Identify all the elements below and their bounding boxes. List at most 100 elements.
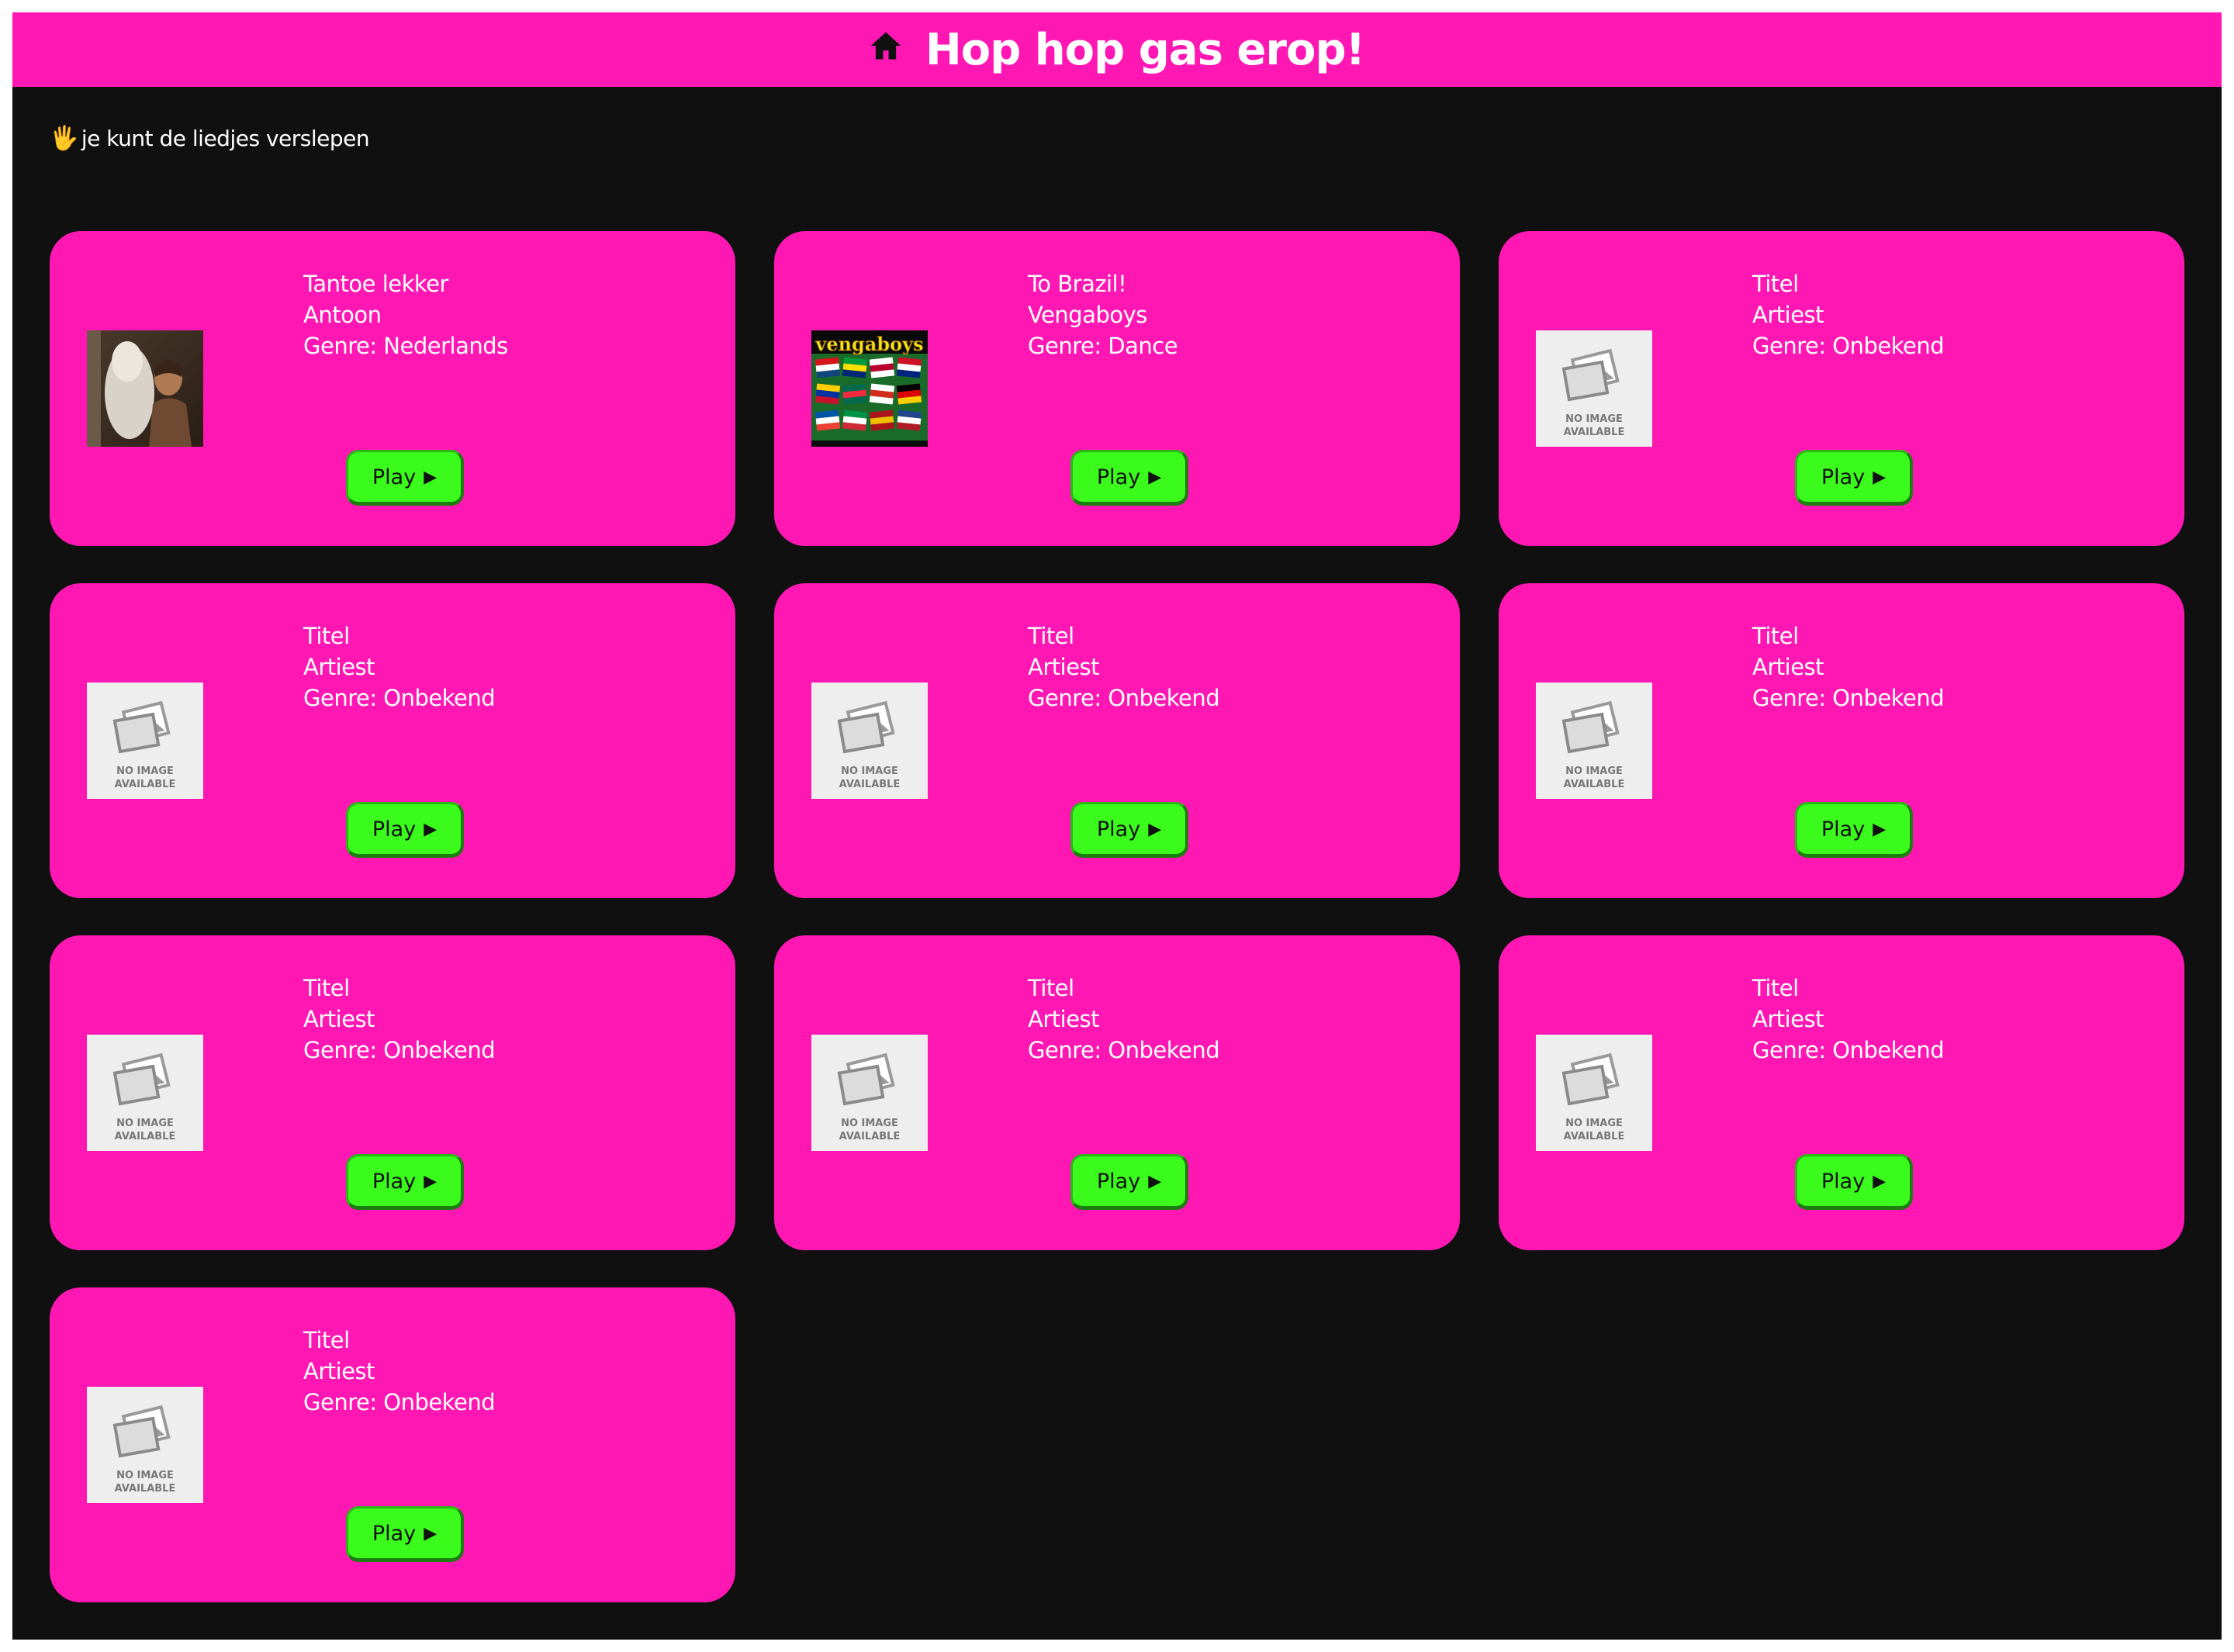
svg-text:NO IMAGE: NO IMAGE	[841, 766, 898, 777]
no-image-cover: NO IMAGE AVAILABLE	[811, 1035, 928, 1151]
song-title: Titel	[303, 623, 350, 649]
page-title: Hop hop gas erop!	[925, 24, 1365, 75]
no-image-placeholder-icon: NO IMAGE AVAILABLE	[87, 1035, 203, 1151]
song-card[interactable]: NO IMAGE AVAILABLE Titel Artiest Genre: O…	[1499, 935, 2184, 1250]
no-image-cover: NO IMAGE AVAILABLE	[87, 683, 203, 799]
song-genre: Genre: Onbekend	[1752, 333, 1945, 359]
play-button[interactable]: Play ▶	[1795, 450, 1913, 506]
svg-text:AVAILABLE: AVAILABLE	[1564, 427, 1625, 438]
no-image-cover: NO IMAGE AVAILABLE	[1536, 330, 1652, 447]
play-icon: ▶	[1148, 1171, 1162, 1191]
song-title: Tantoe lekker	[303, 271, 448, 297]
play-label: Play	[1821, 1169, 1866, 1194]
svg-text:AVAILABLE: AVAILABLE	[115, 779, 176, 790]
album-art-vengaboys: vengaboys	[811, 330, 928, 447]
home-icon[interactable]	[870, 29, 902, 62]
song-info: Titel Artiest Genre: Onbekend	[1028, 620, 1220, 714]
song-title: Titel	[1752, 975, 1799, 1001]
no-image-placeholder-icon: NO IMAGE AVAILABLE	[811, 683, 928, 799]
song-card[interactable]: NO IMAGE AVAILABLE Titel Artiest Genre: O…	[50, 583, 735, 898]
song-title: Titel	[303, 1327, 350, 1353]
song-info: Titel Artiest Genre: Onbekend	[1752, 973, 1945, 1066]
svg-text:NO IMAGE: NO IMAGE	[841, 1118, 898, 1129]
no-image-cover: NO IMAGE AVAILABLE	[87, 1387, 203, 1503]
play-icon: ▶	[1873, 1171, 1886, 1191]
song-info: Titel Artiest Genre: Onbekend	[1028, 973, 1220, 1066]
song-genre: Genre: Dance	[1028, 333, 1178, 359]
play-label: Play	[1096, 465, 1141, 489]
song-title: Titel	[1752, 623, 1799, 649]
svg-text:AVAILABLE: AVAILABLE	[115, 1131, 176, 1142]
song-artist: Artiest	[303, 1358, 375, 1384]
svg-text:AVAILABLE: AVAILABLE	[839, 779, 901, 790]
no-image-placeholder-icon: NO IMAGE AVAILABLE	[87, 1387, 203, 1503]
play-label: Play	[1096, 817, 1141, 842]
song-genre: Genre: Onbekend	[1028, 1037, 1220, 1063]
play-icon: ▶	[1873, 819, 1886, 839]
no-image-cover: NO IMAGE AVAILABLE	[1536, 1035, 1652, 1151]
play-button[interactable]: Play ▶	[1795, 1154, 1913, 1210]
header-bar: Hop hop gas erop!	[12, 12, 2222, 87]
song-genre: Genre: Onbekend	[303, 1389, 496, 1415]
song-card[interactable]: Tantoe lekker Antoon Genre: Nederlands P…	[50, 231, 735, 546]
song-title: Titel	[1028, 975, 1074, 1001]
play-button[interactable]: Play ▶	[1070, 1154, 1188, 1210]
play-button[interactable]: Play ▶	[1795, 802, 1913, 858]
play-button[interactable]: Play ▶	[346, 1154, 464, 1210]
album-art-portrait	[87, 330, 203, 447]
play-icon: ▶	[1148, 467, 1162, 487]
no-image-cover: NO IMAGE AVAILABLE	[811, 683, 928, 799]
song-artist: Antoon	[303, 302, 382, 328]
play-icon: ▶	[1873, 467, 1886, 487]
svg-text:AVAILABLE: AVAILABLE	[839, 1131, 901, 1142]
play-label: Play	[1096, 1169, 1141, 1194]
song-grid: Tantoe lekker Antoon Genre: Nederlands P…	[50, 231, 2184, 1602]
song-title: Titel	[303, 975, 350, 1001]
no-image-cover: NO IMAGE AVAILABLE	[1536, 683, 1652, 799]
song-card[interactable]: NO IMAGE AVAILABLE Titel Artiest Genre: O…	[1499, 583, 2184, 898]
play-icon: ▶	[1148, 819, 1162, 839]
song-card[interactable]: NO IMAGE AVAILABLE Titel Artiest Genre: O…	[774, 583, 1460, 898]
play-label: Play	[1821, 817, 1866, 842]
svg-text:AVAILABLE: AVAILABLE	[115, 1483, 176, 1495]
play-icon: ▶	[424, 467, 437, 487]
play-button[interactable]: Play ▶	[346, 1506, 464, 1562]
song-info: Titel Artiest Genre: Onbekend	[303, 1325, 496, 1418]
no-image-placeholder-icon: NO IMAGE AVAILABLE	[87, 683, 203, 799]
svg-text:vengaboys: vengaboys	[814, 333, 923, 355]
play-icon: ▶	[424, 1171, 437, 1191]
song-artist: Artiest	[1028, 654, 1100, 680]
song-info: To Brazil! Vengaboys Genre: Dance	[1028, 268, 1178, 361]
play-label: Play	[372, 465, 417, 489]
svg-text:AVAILABLE: AVAILABLE	[1564, 1131, 1625, 1142]
play-label: Play	[372, 817, 417, 842]
song-info: Titel Artiest Genre: Onbekend	[303, 973, 496, 1066]
play-label: Play	[1821, 465, 1866, 489]
song-card[interactable]: vengaboys To Brazil! Vengaboys Genre: Da…	[774, 231, 1460, 546]
play-button[interactable]: Play ▶	[1070, 450, 1188, 506]
song-genre: Genre: Nederlands	[303, 333, 508, 359]
song-genre: Genre: Onbekend	[1752, 1037, 1945, 1063]
play-button[interactable]: Play ▶	[346, 450, 464, 506]
song-artist: Vengaboys	[1028, 302, 1147, 328]
play-button[interactable]: Play ▶	[1070, 802, 1188, 858]
album-cover	[87, 330, 203, 447]
song-artist: Artiest	[1028, 1006, 1100, 1032]
song-artist: Artiest	[1752, 654, 1824, 680]
play-button[interactable]: Play ▶	[346, 802, 464, 858]
svg-text:NO IMAGE: NO IMAGE	[116, 766, 174, 777]
song-info: Tantoe lekker Antoon Genre: Nederlands	[303, 268, 508, 361]
song-info: Titel Artiest Genre: Onbekend	[1752, 268, 1945, 361]
song-card[interactable]: NO IMAGE AVAILABLE Titel Artiest Genre: O…	[774, 935, 1460, 1250]
song-info: Titel Artiest Genre: Onbekend	[303, 620, 496, 714]
no-image-placeholder-icon: NO IMAGE AVAILABLE	[1536, 1035, 1652, 1151]
play-icon: ▶	[424, 1523, 437, 1543]
svg-text:NO IMAGE: NO IMAGE	[1565, 1118, 1623, 1129]
song-card[interactable]: NO IMAGE AVAILABLE Titel Artiest Genre: O…	[50, 1287, 735, 1602]
song-genre: Genre: Onbekend	[1752, 685, 1945, 711]
svg-text:NO IMAGE: NO IMAGE	[1565, 413, 1623, 425]
play-label: Play	[372, 1521, 417, 1546]
song-card[interactable]: NO IMAGE AVAILABLE Titel Artiest Genre: O…	[50, 935, 735, 1250]
song-card[interactable]: NO IMAGE AVAILABLE Titel Artiest Genre: O…	[1499, 231, 2184, 546]
drag-hint: 🖐 je kunt de liedjes verslepen	[50, 126, 370, 151]
